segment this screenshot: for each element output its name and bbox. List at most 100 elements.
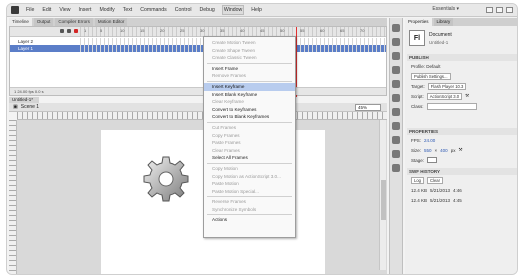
edit-bar: ▣ Scene 1 45% [9, 103, 387, 112]
context-menu-item[interactable]: Clear Keyframe [204, 98, 295, 106]
history-date: 5/21/2013 [430, 187, 451, 193]
times-sign: × [434, 147, 438, 153]
context-menu-item[interactable]: Convert to Keyframes [204, 106, 295, 114]
layer-name[interactable]: Layer 1 [10, 46, 80, 51]
frame-number: 70 [360, 28, 365, 33]
pasteboard[interactable] [17, 120, 387, 274]
context-menu-item[interactable]: Select All Frames [204, 154, 295, 162]
width-value[interactable]: 550 [424, 148, 432, 153]
context-menu-item[interactable]: Insert Keyframe [204, 82, 295, 91]
history-time: 4:46 [453, 187, 462, 193]
class-field[interactable] [426, 102, 477, 110]
frame-number: 65 [340, 28, 345, 33]
menu-debug[interactable]: Debug [199, 6, 216, 14]
line-tool-icon[interactable] [392, 122, 400, 130]
tab-motion-editor[interactable]: Motion Editor [94, 18, 128, 26]
free-transform-icon[interactable] [392, 52, 400, 60]
context-menu-item[interactable]: Clear Frames [204, 147, 295, 155]
menu-window[interactable]: Window [221, 5, 245, 15]
lock-icon[interactable] [67, 29, 71, 33]
layer-row-selected[interactable]: Layer 1 [10, 45, 386, 52]
log-button[interactable]: Log [411, 176, 424, 184]
section-header[interactable]: PUBLISH [407, 54, 517, 61]
swf-history-section: SWF HISTORY Log Clear 12.4 KB 5/21/2013 … [407, 168, 517, 205]
frame-number: 40 [240, 28, 245, 33]
menu-separator [207, 80, 292, 82]
context-menu-item[interactable]: Copy Frames [204, 132, 295, 140]
tab-output[interactable]: Output [33, 18, 54, 26]
context-menu-item[interactable]: Reverse Frames [204, 198, 295, 206]
height-value[interactable]: 400 [440, 148, 448, 153]
maximize-button[interactable] [496, 7, 503, 13]
menu-help[interactable]: Help [250, 6, 263, 14]
pencil-tool-icon[interactable] [392, 150, 400, 158]
context-menu-item[interactable]: Synchronize Symbols [204, 206, 295, 214]
workspace-switcher[interactable]: Essentials ▾ [432, 6, 459, 12]
outline-icon[interactable] [74, 29, 78, 33]
context-menu-item[interactable]: Copy Motion [204, 165, 295, 173]
scene-icon: ▣ [13, 104, 18, 110]
script-select[interactable]: ActionScript 3.0 [426, 92, 463, 100]
frame-number: 25 [180, 28, 185, 33]
document-type: Document [429, 32, 452, 38]
close-button[interactable] [506, 7, 513, 13]
brush-tool-icon[interactable] [392, 164, 400, 172]
context-menu-item[interactable]: Remove Frames [204, 72, 295, 80]
menu-modify[interactable]: Modify [98, 6, 115, 14]
section-header[interactable]: PROPERTIES [407, 128, 517, 135]
scene-name[interactable]: Scene 1 [21, 104, 39, 110]
text-tool-icon[interactable] [392, 108, 400, 116]
timeline-tab-strip: Timeline Output Compiler Errors Motion E… [9, 18, 387, 26]
tab-properties[interactable]: Properties [405, 18, 432, 26]
context-menu-item[interactable]: Cut Frames [204, 124, 295, 132]
flash-app-icon [11, 6, 19, 14]
subselection-tool-icon[interactable] [392, 38, 400, 46]
minimize-button[interactable] [486, 7, 493, 13]
menu-control[interactable]: Control [174, 6, 193, 14]
wrench-icon[interactable]: ⚒ [458, 147, 462, 153]
flash-document-icon: Fl [409, 30, 425, 46]
menu-separator [207, 121, 292, 123]
gear-graphic[interactable] [141, 154, 191, 204]
menu-insert[interactable]: Insert [77, 6, 92, 14]
wrench-icon[interactable]: ⚒ [465, 93, 469, 99]
context-menu-item[interactable]: Create Classic Tween [204, 54, 295, 62]
eye-icon[interactable] [60, 29, 64, 33]
context-menu-item[interactable]: Paste Motion Special... [204, 188, 295, 196]
fps-value[interactable]: 24.00 [424, 138, 435, 143]
history-row: 12.4 KB 5/21/2013 4:45 [407, 195, 517, 205]
properties-tabs: Properties Library [405, 18, 517, 26]
layer-row[interactable]: Layer 2 [10, 38, 386, 45]
context-menu-item[interactable]: Insert Blank Keyframe [204, 91, 295, 99]
zoom-select[interactable]: 45% [355, 104, 381, 111]
lasso-icon[interactable] [392, 80, 400, 88]
pen-tool-icon[interactable] [392, 94, 400, 102]
section-header[interactable]: SWF HISTORY [407, 168, 517, 175]
context-menu-item[interactable]: Create Motion Tween [204, 39, 295, 47]
stage-color-swatch[interactable] [427, 157, 438, 163]
stage-scrollbar[interactable] [379, 120, 386, 270]
clear-button[interactable]: Clear [427, 176, 444, 184]
context-menu-item[interactable]: Actions [204, 216, 295, 224]
menu-file[interactable]: File [25, 6, 35, 14]
publish-settings-button[interactable]: Publish Settings... [411, 72, 451, 80]
scrollbar-thumb[interactable] [381, 180, 386, 220]
tab-timeline[interactable]: Timeline [9, 18, 32, 26]
menu-edit[interactable]: Edit [41, 6, 52, 14]
context-menu-item[interactable]: Insert Frame [204, 65, 295, 73]
context-menu-item[interactable]: Create Shape Tween [204, 47, 295, 55]
3d-rotation-icon[interactable] [392, 66, 400, 74]
context-menu-item[interactable]: Paste Motion [204, 180, 295, 188]
tab-library[interactable]: Library [433, 18, 454, 26]
menu-text[interactable]: Text [122, 6, 134, 14]
target-select[interactable]: Flash Player 10.3 [427, 82, 467, 90]
rectangle-tool-icon[interactable] [392, 136, 400, 144]
tab-compiler-errors[interactable]: Compiler Errors [55, 18, 93, 26]
context-menu-item[interactable]: Paste Frames [204, 139, 295, 147]
menu-view[interactable]: View [58, 6, 71, 14]
context-menu-item[interactable]: Copy Motion as ActionScript 3.0... [204, 173, 295, 181]
selection-tool-icon[interactable] [392, 24, 400, 32]
menu-commands[interactable]: Commands [139, 6, 168, 14]
context-menu-item[interactable]: Convert to Blank Keyframes [204, 113, 295, 121]
layer-name[interactable]: Layer 2 [10, 39, 80, 44]
